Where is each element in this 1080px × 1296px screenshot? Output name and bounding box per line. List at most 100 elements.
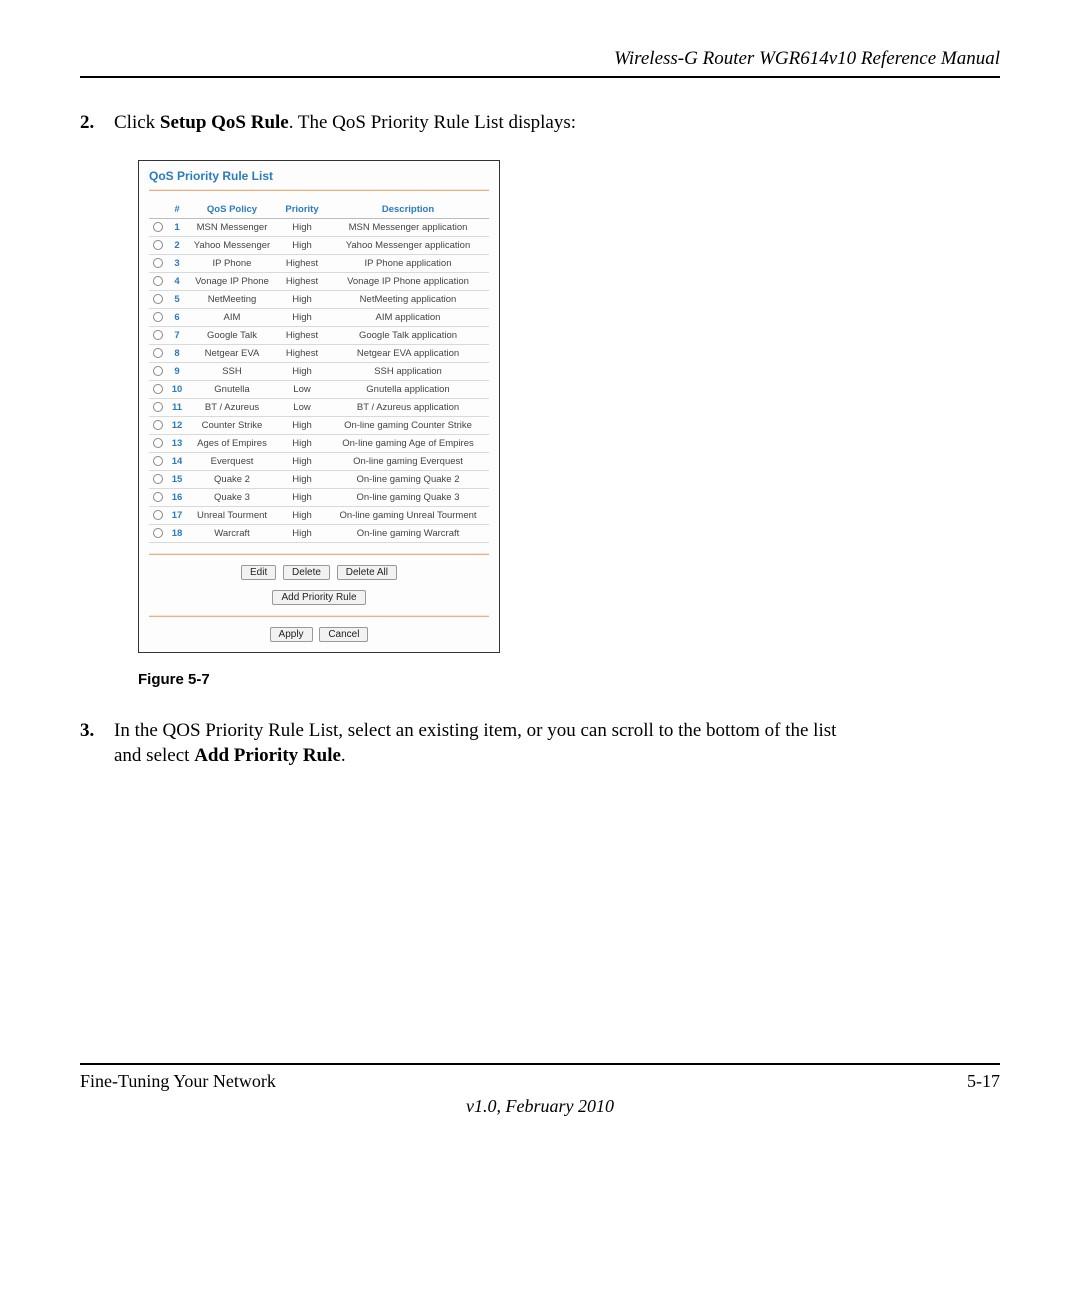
row-priority: Highest (277, 326, 327, 344)
row-priority: Low (277, 380, 327, 398)
table-row: 6AIMHighAIM application (149, 308, 489, 326)
row-policy: MSN Messenger (187, 218, 277, 236)
row-priority: Highest (277, 272, 327, 290)
row-priority: High (277, 524, 327, 542)
row-description: NetMeeting application (327, 290, 489, 308)
delete-all-button[interactable]: Delete All (337, 565, 397, 580)
row-description: Gnutella application (327, 380, 489, 398)
row-description: MSN Messenger application (327, 218, 489, 236)
row-priority: High (277, 236, 327, 254)
row-description: Netgear EVA application (327, 344, 489, 362)
row-description: BT / Azureus application (327, 398, 489, 416)
row-policy: SSH (187, 362, 277, 380)
table-row: 15Quake 2HighOn-line gaming Quake 2 (149, 470, 489, 488)
add-priority-rule-button[interactable]: Add Priority Rule (272, 590, 365, 605)
row-radio[interactable] (153, 222, 163, 232)
row-number: 1 (167, 218, 187, 236)
row-radio[interactable] (153, 294, 163, 304)
row-priority: Low (277, 398, 327, 416)
row-policy: Netgear EVA (187, 344, 277, 362)
row-priority: Highest (277, 344, 327, 362)
row-radio[interactable] (153, 240, 163, 250)
cancel-button[interactable]: Cancel (319, 627, 368, 642)
row-description: AIM application (327, 308, 489, 326)
row-number: 15 (167, 470, 187, 488)
row-priority: High (277, 362, 327, 380)
step-3-bold: Add Priority Rule (194, 745, 341, 766)
figure-caption: Figure 5-7 (138, 671, 1000, 688)
row-description: On-line gaming Unreal Tourment (327, 506, 489, 524)
row-policy: Google Talk (187, 326, 277, 344)
row-policy: Gnutella (187, 380, 277, 398)
row-number: 8 (167, 344, 187, 362)
col-policy: QoS Policy (187, 201, 277, 219)
table-row: 1MSN MessengerHighMSN Messenger applicat… (149, 218, 489, 236)
row-number: 3 (167, 254, 187, 272)
table-row: 3IP PhoneHighestIP Phone application (149, 254, 489, 272)
row-policy: Ages of Empires (187, 434, 277, 452)
row-number: 7 (167, 326, 187, 344)
row-priority: High (277, 488, 327, 506)
row-radio[interactable] (153, 492, 163, 502)
row-priority: High (277, 452, 327, 470)
step-2-bold: Setup QoS Rule (160, 112, 289, 133)
row-policy: Yahoo Messenger (187, 236, 277, 254)
col-description: Description (327, 201, 489, 219)
step-3-line2-c: . (341, 745, 346, 766)
row-policy: Quake 3 (187, 488, 277, 506)
step-2: 2. Click Setup QoS Rule. The QoS Priorit… (80, 110, 1000, 136)
row-priority: Highest (277, 254, 327, 272)
row-radio[interactable] (153, 330, 163, 340)
step-3-line1: In the QOS Priority Rule List, select an… (114, 720, 836, 741)
table-row: 4Vonage IP PhoneHighestVonage IP Phone a… (149, 272, 489, 290)
row-number: 10 (167, 380, 187, 398)
row-radio[interactable] (153, 528, 163, 538)
step-2-number: 2. (80, 110, 114, 136)
table-row: 9SSHHighSSH application (149, 362, 489, 380)
footer-version: v1.0, February 2010 (80, 1096, 1000, 1117)
row-radio[interactable] (153, 276, 163, 286)
row-radio[interactable] (153, 384, 163, 394)
apply-button[interactable]: Apply (270, 627, 313, 642)
qos-panel-screenshot: QoS Priority Rule List # QoS Policy Prio… (138, 160, 500, 653)
row-radio[interactable] (153, 348, 163, 358)
step-3-number: 3. (80, 718, 114, 769)
footer-page: 5-17 (967, 1071, 1000, 1092)
row-radio[interactable] (153, 258, 163, 268)
row-policy: Unreal Tourment (187, 506, 277, 524)
row-number: 13 (167, 434, 187, 452)
row-radio[interactable] (153, 456, 163, 466)
table-row: 2Yahoo MessengerHighYahoo Messenger appl… (149, 236, 489, 254)
row-radio[interactable] (153, 438, 163, 448)
row-priority: High (277, 434, 327, 452)
table-row: 8Netgear EVAHighestNetgear EVA applicati… (149, 344, 489, 362)
row-radio[interactable] (153, 366, 163, 376)
row-radio[interactable] (153, 312, 163, 322)
row-priority: High (277, 290, 327, 308)
row-policy: Vonage IP Phone (187, 272, 277, 290)
row-number: 9 (167, 362, 187, 380)
table-row: 12Counter StrikeHighOn-line gaming Count… (149, 416, 489, 434)
table-row: 5NetMeetingHighNetMeeting application (149, 290, 489, 308)
qos-table: # QoS Policy Priority Description 1MSN M… (149, 201, 489, 543)
row-number: 14 (167, 452, 187, 470)
panel-separator (149, 615, 489, 617)
step-3: 3. In the QOS Priority Rule List, select… (80, 718, 1000, 769)
edit-button[interactable]: Edit (241, 565, 276, 580)
row-description: On-line gaming Quake 3 (327, 488, 489, 506)
col-hash: # (167, 201, 187, 219)
row-policy: Quake 2 (187, 470, 277, 488)
row-priority: High (277, 416, 327, 434)
footer-rule (80, 1063, 1000, 1065)
col-priority: Priority (277, 201, 327, 219)
document-title: Wireless-G Router WGR614v10 Reference Ma… (80, 48, 1000, 76)
row-radio[interactable] (153, 510, 163, 520)
row-policy: Everquest (187, 452, 277, 470)
row-radio[interactable] (153, 420, 163, 430)
delete-button[interactable]: Delete (283, 565, 330, 580)
row-policy: Warcraft (187, 524, 277, 542)
table-row: 16Quake 3HighOn-line gaming Quake 3 (149, 488, 489, 506)
row-radio[interactable] (153, 474, 163, 484)
row-description: On-line gaming Warcraft (327, 524, 489, 542)
row-radio[interactable] (153, 402, 163, 412)
